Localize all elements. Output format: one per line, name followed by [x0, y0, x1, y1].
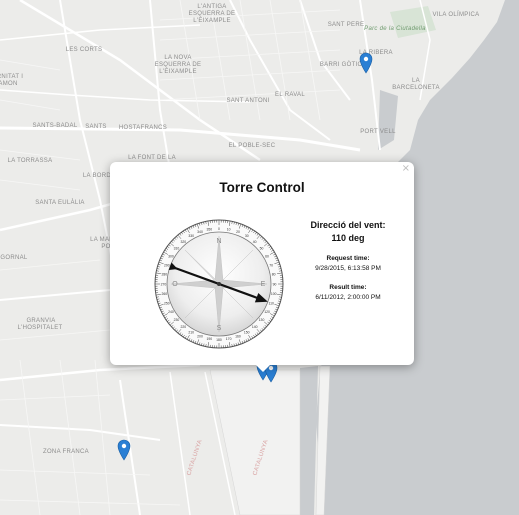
map-label: BARCELONETA	[392, 85, 440, 91]
marker-barri-gotic[interactable]	[359, 52, 373, 74]
compass-degree-label: 300	[168, 255, 174, 259]
compass-degree-label: 190	[207, 337, 213, 341]
map-label: GORNAL	[0, 255, 28, 261]
compass-degree-label: 180	[216, 338, 222, 342]
compass-degree-label: 330	[188, 234, 194, 238]
compass-degree-label: 240	[168, 310, 174, 314]
map-label: PORT VELL	[360, 129, 396, 135]
request-time-label: Request time:	[326, 255, 370, 262]
compass-degree-label: 210	[188, 330, 194, 334]
compass-degree-label: 270	[161, 282, 167, 286]
compass-degree-label: 150	[244, 330, 250, 334]
compass-degree-label: 220	[180, 325, 186, 329]
compass-label-n: N	[216, 238, 221, 245]
compass-degree-label: 70	[269, 263, 273, 267]
compass-degree-label: 200	[197, 334, 203, 338]
compass-degree-label: 260	[162, 292, 168, 296]
compass-degree-label: 230	[174, 318, 180, 322]
compass-degree-label: 50	[260, 247, 264, 251]
map-label: SANTS	[85, 124, 107, 130]
map-label: LA NOVA	[164, 55, 191, 61]
compass-degree-label: 100	[271, 292, 277, 296]
wind-compass: 0 10 20 30 40506070 80 90 100 110 120 130140150160…	[154, 219, 284, 349]
map-label: LA TORRASSA	[8, 158, 53, 164]
map-label: EL RAVAL	[275, 92, 305, 98]
map-label: SANT PERE	[328, 22, 365, 28]
compass-label-o: O	[172, 281, 178, 288]
compass-degree-label: 110	[268, 301, 274, 305]
request-time-value: 9/28/2015, 6:13:58 PM	[315, 265, 381, 272]
compass-degree-label: 170	[226, 337, 232, 341]
compass-degree-label: 10	[227, 228, 231, 232]
map-label: RNITAT I	[0, 74, 23, 80]
wind-info: Direcció del vent: 110 deg Request time:…	[288, 220, 408, 301]
map-label: SANT ANTONI	[226, 98, 269, 104]
map-label: ESQUERRA DE	[189, 11, 236, 17]
compass-degree-label: 40	[253, 240, 257, 244]
map-label: Parc de la Ciutadella	[364, 26, 426, 32]
popup-tail	[255, 364, 271, 372]
map-pin-icon	[117, 439, 131, 461]
compass-degree-label: 250	[164, 301, 170, 305]
compass-degree-label: 60	[265, 255, 269, 259]
map-label: L'HOSPITALET	[18, 325, 63, 331]
map-label: SANTS-BADAL	[33, 123, 78, 129]
compass-degree-label: 20	[236, 230, 240, 234]
close-icon[interactable]: ×	[402, 163, 410, 174]
map-label: L'EIXAMPLE	[193, 18, 231, 24]
compass-degree-label: 350	[207, 228, 213, 232]
map-label: L'ANTIGA	[197, 4, 226, 10]
compass-degree-label: 280	[162, 273, 168, 277]
compass-degree-label: 130	[259, 318, 265, 322]
map-label: GRANVIA	[26, 318, 55, 324]
map-label: VILA OLÍMPICA	[433, 11, 480, 18]
info-popup: × Torre Control 0 10 20 30 40 50 60 70 80 90 100 11…	[110, 162, 414, 372]
compass-degree-label: 120	[264, 310, 270, 314]
map-label: EL POBLE-SEC	[229, 143, 276, 149]
compass-degree-label: 80	[272, 273, 276, 277]
compass-label-s: S	[217, 325, 222, 332]
result-time-label: Result time:	[329, 284, 367, 291]
compass-degree-label: 310	[174, 247, 180, 251]
map-label: L'EIXAMPLE	[159, 69, 197, 75]
map-label: ZONA FRANCA	[43, 449, 89, 455]
map-label: BARRI GÒTIC	[320, 61, 363, 68]
map-label: LA FONT DE LA	[128, 155, 176, 161]
wind-direction-value: 110 deg	[331, 233, 365, 243]
marker-zona-franca[interactable]	[117, 439, 131, 461]
map-pin-icon	[359, 52, 373, 74]
map-label: ESQUERRA DE	[155, 62, 202, 68]
map-label: HOSTAFRANCS	[119, 125, 167, 131]
map-label: AMON	[0, 81, 18, 87]
map-label: LES CORTS	[66, 47, 103, 53]
compass-degree-label: 0	[218, 227, 220, 231]
compass-label-e: E	[261, 281, 266, 288]
compass-degree-label: 340	[197, 230, 203, 234]
compass-degree-label: 160	[235, 334, 241, 338]
popup-title: Torre Control	[219, 180, 305, 195]
compass-degree-label: 320	[180, 240, 186, 244]
compass-degree-label: 30	[245, 234, 249, 238]
map-label: SANTA EULÀLIA	[35, 199, 84, 206]
map-label: LA	[412, 78, 420, 84]
result-time-value: 6/11/2012, 2:00:00 PM	[315, 294, 381, 301]
wind-direction-label: Direcció del vent:	[310, 220, 386, 230]
compass-degree-label: 140	[252, 325, 258, 329]
compass-degree-label: 290	[164, 263, 170, 267]
compass-degree-label: 90	[273, 282, 277, 286]
